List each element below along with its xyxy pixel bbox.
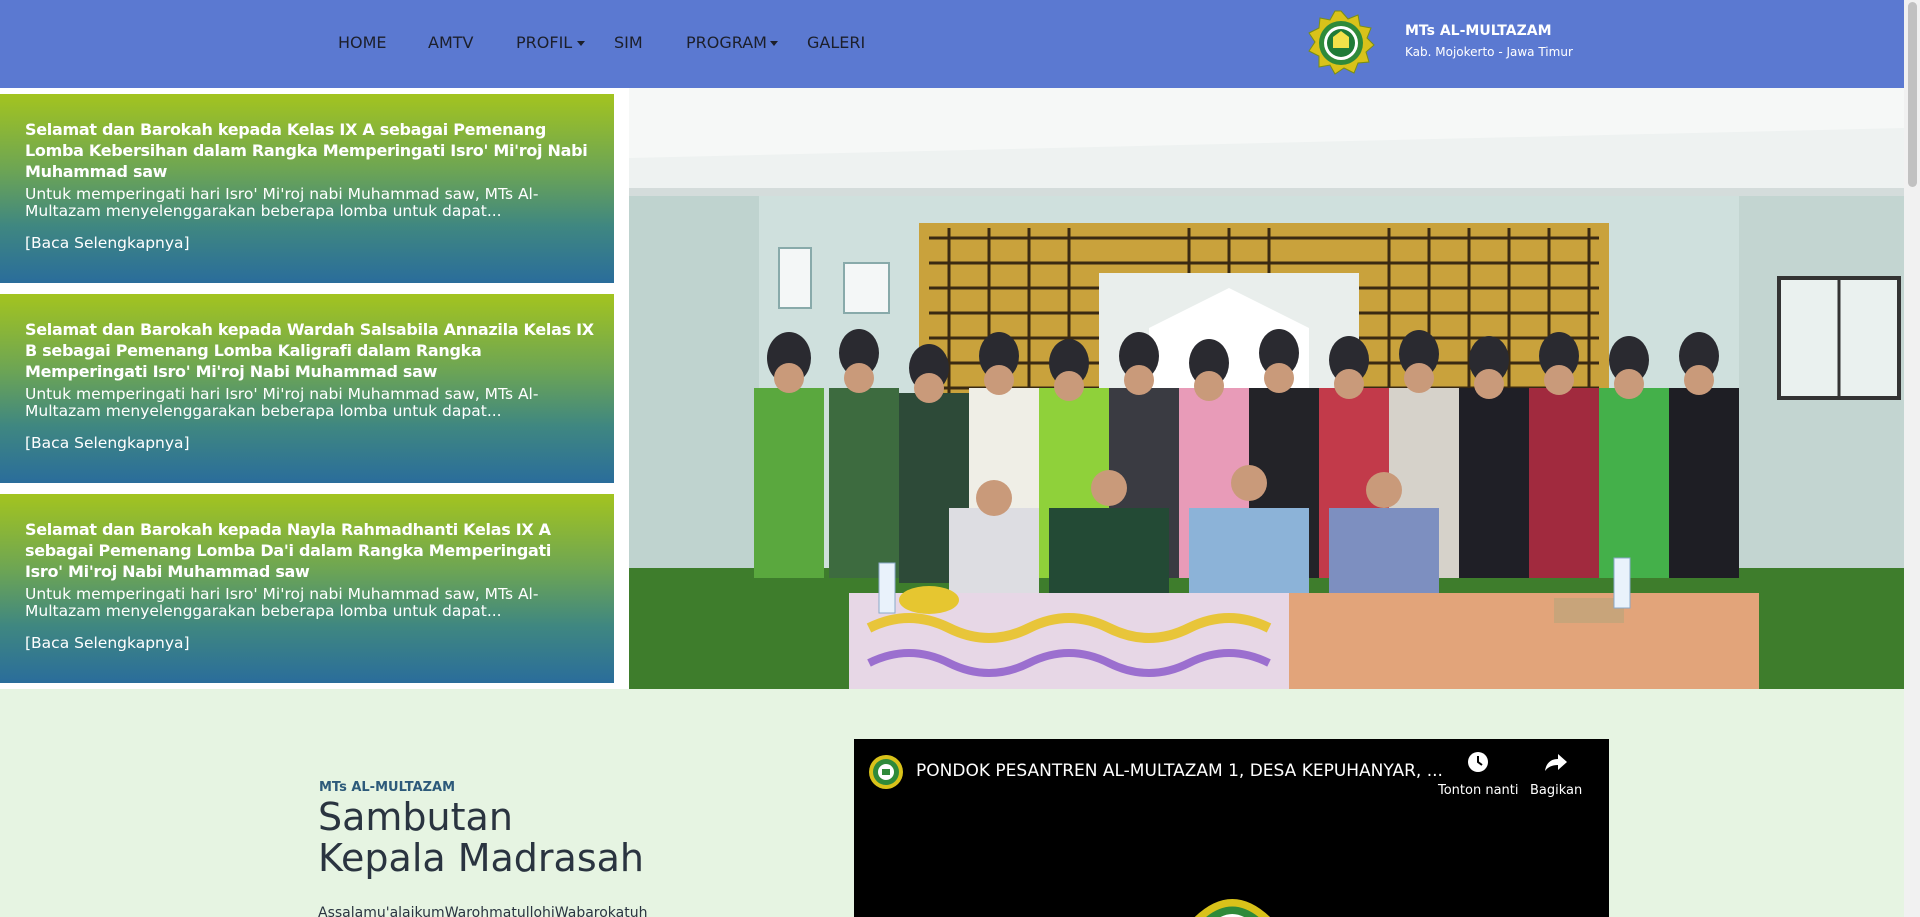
nav-galeri[interactable]: GALERI [807, 33, 865, 52]
news-card[interactable]: Selamat dan Barokah kepada Nayla Rahmadh… [0, 494, 614, 683]
channel-avatar-icon[interactable] [868, 754, 904, 790]
video-title[interactable]: PONDOK PESANTREN AL-MULTAZAM 1, DESA KEP… [916, 761, 1443, 781]
nav-home[interactable]: HOME [338, 33, 387, 52]
share-button[interactable]: Bagikan [1530, 751, 1582, 798]
news-excerpt: Untuk memperingati hari Isro' Mi'roj nab… [25, 385, 539, 420]
watch-later-button[interactable]: Tonton nanti [1438, 751, 1519, 798]
heading-line-1: Sambutan [318, 795, 513, 839]
watch-later-label: Tonton nanti [1438, 783, 1519, 798]
page-scrollbar[interactable] [1904, 0, 1920, 917]
group-photo-image [629, 88, 1904, 689]
news-excerpt: Untuk memperingati hari Isro' Mi'roj nab… [25, 185, 539, 220]
news-excerpt: Untuk memperingati hari Isro' Mi'roj nab… [25, 585, 539, 620]
brand-name[interactable]: MTs AL-MULTAZAM [1405, 23, 1552, 39]
nav-profil[interactable]: PROFIL [516, 33, 572, 52]
heading-line-2: Kepala Madrasah [318, 836, 645, 880]
video-thumbnail-emblem-icon [1194, 899, 1270, 917]
greeting-text: Assalamu'alaikumWarohmatullohiWabarokatu… [318, 905, 648, 917]
nav-profil-caret-icon[interactable] [577, 41, 585, 46]
share-label: Bagikan [1530, 783, 1583, 798]
read-more-link[interactable]: [Baca Selengkapnya] [25, 434, 190, 452]
clock-icon [1468, 752, 1489, 772]
brand-location: Kab. Mojokerto - Jawa Timur [1405, 45, 1573, 59]
section-heading: Sambutan Kepala Madrasah [318, 797, 644, 879]
news-title[interactable]: Selamat dan Barokah kepada Kelas IX A se… [25, 119, 594, 182]
read-more-link[interactable]: [Baca Selengkapnya] [25, 234, 190, 252]
nav-amtv[interactable]: AMTV [428, 33, 473, 52]
news-title[interactable]: Selamat dan Barokah kepada Wardah Salsab… [25, 319, 594, 382]
read-more-link[interactable]: [Baca Selengkapnya] [25, 634, 190, 652]
scrollbar-thumb[interactable] [1908, 2, 1917, 187]
school-logo-icon[interactable] [1306, 9, 1376, 77]
youtube-video-embed[interactable]: PONDOK PESANTREN AL-MULTAZAM 1, DESA KEP… [854, 739, 1609, 917]
news-card[interactable]: Selamat dan Barokah kepada Kelas IX A se… [0, 94, 614, 283]
section-kicker: MTs AL-MULTAZAM [319, 780, 456, 795]
news-list: Selamat dan Barokah kepada Kelas IX A se… [0, 88, 628, 689]
site-header: HOME AMTV PROFIL SIM PROGRAM GALERI MTs … [0, 0, 1904, 88]
nav-program[interactable]: PROGRAM [686, 33, 767, 52]
news-card[interactable]: Selamat dan Barokah kepada Wardah Salsab… [0, 294, 614, 483]
hero-group-photo [629, 88, 1904, 689]
news-title[interactable]: Selamat dan Barokah kepada Nayla Rahmadh… [25, 519, 594, 582]
nav-sim[interactable]: SIM [614, 33, 643, 52]
nav-program-caret-icon[interactable] [770, 41, 778, 46]
share-arrow-icon [1545, 754, 1568, 771]
